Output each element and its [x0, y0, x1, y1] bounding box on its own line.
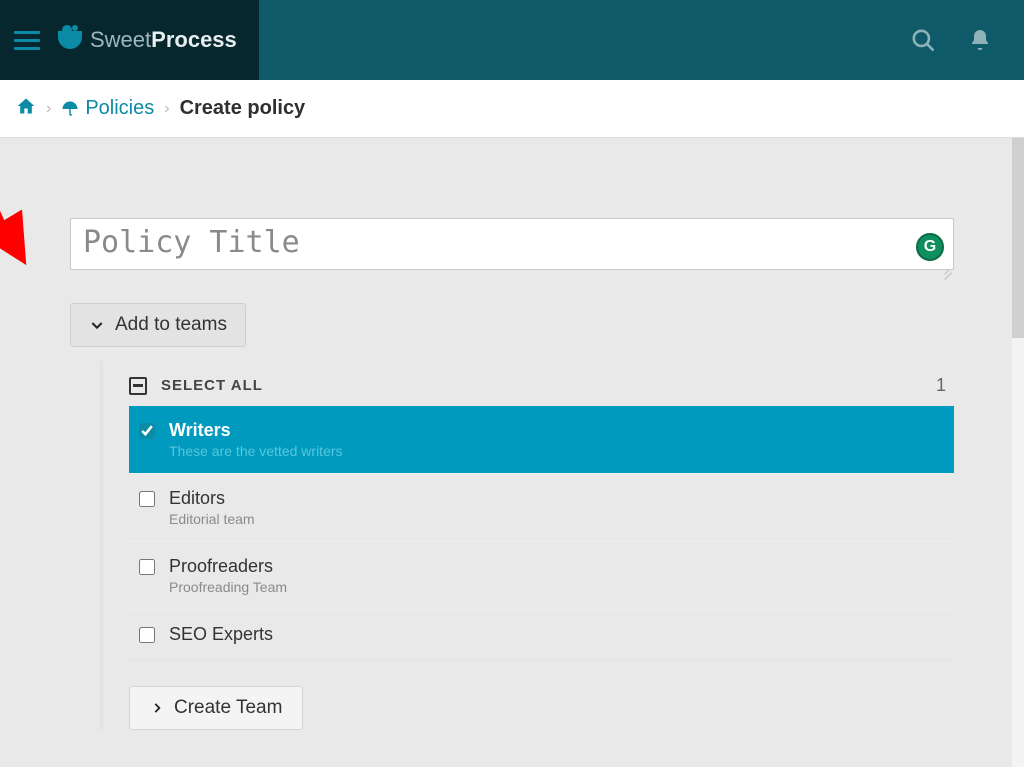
team-name: Editors [169, 488, 255, 509]
header-right [910, 27, 1024, 53]
team-text: Editors Editorial team [169, 488, 255, 527]
chevron-right-icon: › [164, 100, 169, 118]
scrollbar-thumb[interactable] [1012, 138, 1024, 338]
chevron-right-icon [150, 701, 164, 715]
select-all-label: SELECT ALL [161, 377, 263, 394]
team-description: Editorial team [169, 511, 255, 527]
home-icon[interactable] [16, 96, 36, 122]
annotation-arrow-icon [0, 138, 68, 278]
selected-count: 1 [936, 375, 954, 396]
cup-icon [58, 31, 82, 49]
chevron-down-icon [89, 317, 105, 333]
breadcrumb: › Policies › Create policy [0, 80, 1024, 138]
team-name: Proofreaders [169, 556, 287, 577]
team-description: Proofreading Team [169, 579, 287, 595]
header-left: SweetProcess [0, 0, 259, 80]
select-all-row: SELECT ALL 1 [129, 361, 954, 406]
breadcrumb-policies-label: Policies [85, 97, 154, 120]
team-row[interactable]: Proofreaders Proofreading Team [129, 542, 954, 610]
chevron-right-icon: › [46, 100, 51, 118]
team-text: SEO Experts [169, 624, 273, 645]
team-row[interactable]: Editors Editorial team [129, 474, 954, 542]
team-description: These are the vetted writers [169, 443, 343, 459]
team-row[interactable]: Writers These are the vetted writers [129, 406, 954, 474]
grammarly-icon[interactable]: G [916, 233, 944, 261]
team-name: Writers [169, 420, 343, 441]
select-all-checkbox[interactable] [129, 377, 147, 395]
create-team-button[interactable]: Create Team [129, 686, 303, 730]
add-to-teams-toggle[interactable]: Add to teams [70, 303, 246, 347]
app-header: SweetProcess [0, 0, 1024, 80]
team-checkbox[interactable] [139, 627, 155, 643]
search-icon[interactable] [910, 27, 936, 53]
main-content: G Add to teams SELECT ALL 1 Writers These… [0, 138, 1024, 767]
policy-title-input[interactable] [70, 218, 954, 270]
team-name: SEO Experts [169, 624, 273, 645]
team-text: Proofreaders Proofreading Team [169, 556, 287, 595]
policy-title-wrap: G [70, 218, 954, 275]
create-team-label: Create Team [174, 697, 282, 719]
teams-panel: SELECT ALL 1 Writers These are the vetted… [100, 361, 954, 730]
team-checkbox[interactable] [139, 423, 155, 439]
brand-logo[interactable]: SweetProcess [58, 27, 237, 53]
breadcrumb-current: Create policy [180, 97, 306, 120]
add-to-teams-label: Add to teams [115, 314, 227, 336]
scrollbar-track[interactable] [1012, 138, 1024, 767]
teams-list: Writers These are the vetted writers Edito… [129, 406, 954, 660]
bell-icon[interactable] [968, 28, 992, 52]
textarea-resize-handle[interactable] [942, 263, 952, 273]
team-text: Writers These are the vetted writers [169, 420, 343, 459]
breadcrumb-policies-link[interactable]: Policies [61, 97, 154, 120]
menu-hamburger-icon[interactable] [14, 31, 40, 50]
umbrella-icon [61, 100, 79, 118]
brand-text: SweetProcess [90, 27, 237, 53]
team-row[interactable]: SEO Experts [129, 610, 954, 660]
team-checkbox[interactable] [139, 559, 155, 575]
team-checkbox[interactable] [139, 491, 155, 507]
